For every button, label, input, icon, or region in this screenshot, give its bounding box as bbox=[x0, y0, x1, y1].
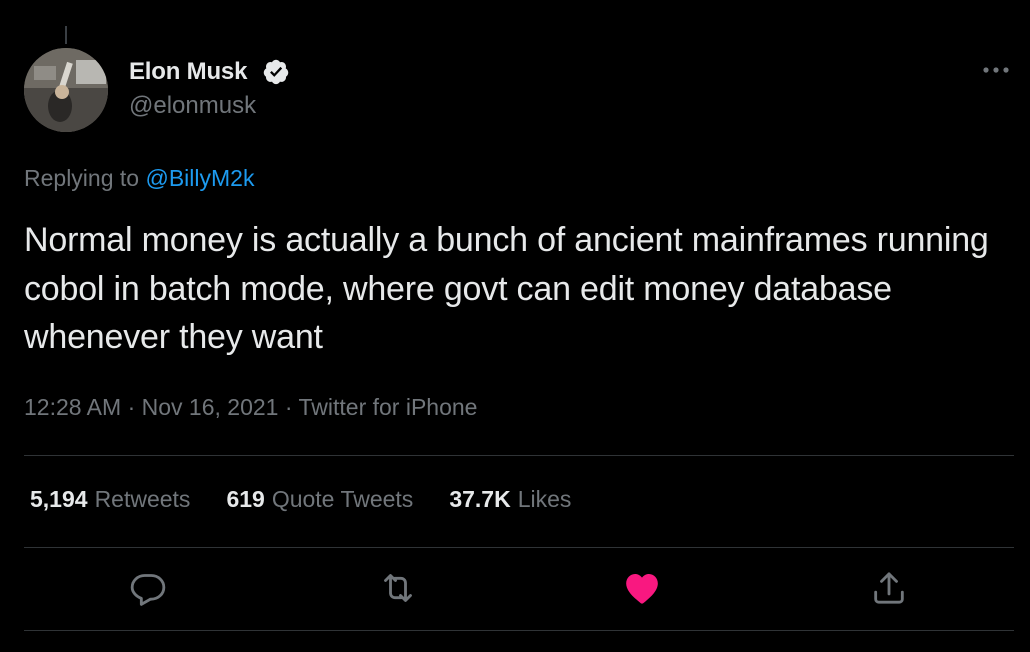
retweet-button[interactable] bbox=[378, 568, 418, 608]
thread-connector-line bbox=[65, 26, 67, 44]
author-handle[interactable]: @elonmusk bbox=[129, 92, 256, 120]
tweet-date-link[interactable]: Nov 16, 2021 bbox=[142, 394, 279, 420]
likes-label: Likes bbox=[517, 486, 572, 512]
tweet-text: Normal money is actually a bunch of anci… bbox=[24, 221, 989, 356]
tweet-time-link[interactable]: 12:28 AM bbox=[24, 394, 121, 420]
reply-icon bbox=[130, 574, 166, 606]
likes-count: 37.7K bbox=[449, 486, 511, 512]
engagement-stats: 5,194 Retweets 619 Quote Tweets 37.7K Likes bbox=[30, 486, 571, 513]
meta-separator: · bbox=[278, 394, 299, 420]
more-dots-icon bbox=[983, 67, 1009, 73]
retweets-label: Retweets bbox=[94, 486, 191, 512]
retweets-stat[interactable]: 5,194 Retweets bbox=[30, 486, 190, 513]
author-name[interactable]: Elon Musk bbox=[129, 58, 247, 86]
replying-to-line: Replying to @BillyM2k bbox=[24, 165, 254, 192]
heart-icon bbox=[626, 574, 658, 604]
retweets-count: 5,194 bbox=[30, 486, 88, 512]
likes-stat[interactable]: 37.7K Likes bbox=[449, 486, 571, 513]
like-button[interactable] bbox=[622, 568, 662, 608]
tweet-source-link[interactable]: Twitter for iPhone bbox=[299, 394, 478, 420]
reply-button[interactable] bbox=[128, 568, 168, 608]
author-avatar[interactable] bbox=[24, 48, 108, 132]
replying-to-label: Replying to bbox=[24, 165, 146, 191]
share-button[interactable] bbox=[869, 568, 909, 608]
reply-mention-link[interactable]: @BillyM2k bbox=[145, 165, 254, 191]
retweet-icon bbox=[384, 574, 412, 602]
quote-tweets-label: Quote Tweets bbox=[271, 486, 414, 512]
divider-bottom bbox=[24, 630, 1014, 631]
share-icon bbox=[874, 572, 904, 604]
quote-tweets-stat[interactable]: 619 Quote Tweets bbox=[226, 486, 413, 513]
tweet-meta: 12:28 AM · Nov 16, 2021 · Twitter for iP… bbox=[24, 394, 477, 421]
divider-middle bbox=[24, 547, 1014, 548]
more-options-button[interactable] bbox=[976, 58, 1016, 82]
divider-top bbox=[24, 455, 1014, 456]
meta-separator: · bbox=[121, 394, 142, 420]
quote-tweets-count: 619 bbox=[226, 486, 265, 512]
avatar-photo-icon bbox=[24, 48, 108, 132]
verified-badge-icon bbox=[263, 59, 289, 85]
